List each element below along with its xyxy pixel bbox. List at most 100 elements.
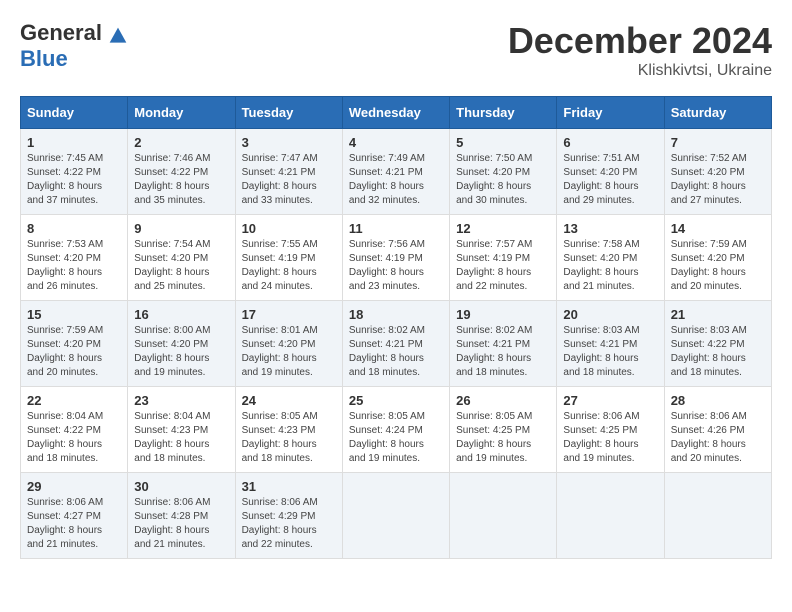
table-row: 11 Sunrise: 7:56 AMSunset: 4:19 PMDayligh… xyxy=(342,215,449,301)
day-info: Sunrise: 7:53 AMSunset: 4:20 PMDaylight:… xyxy=(27,239,103,292)
day-info: Sunrise: 7:59 AMSunset: 4:20 PMDaylight:… xyxy=(671,239,747,292)
day-number: 6 xyxy=(563,135,657,150)
calendar-week-row: 22 Sunrise: 8:04 AMSunset: 4:22 PMDayligh… xyxy=(21,387,772,473)
day-info: Sunrise: 8:05 AMSunset: 4:24 PMDaylight:… xyxy=(349,411,425,464)
day-number: 16 xyxy=(134,307,228,322)
col-tuesday: Tuesday xyxy=(235,97,342,129)
day-number: 13 xyxy=(563,221,657,236)
day-info: Sunrise: 7:57 AMSunset: 4:19 PMDaylight:… xyxy=(456,239,532,292)
day-number: 2 xyxy=(134,135,228,150)
day-number: 8 xyxy=(27,221,121,236)
day-info: Sunrise: 8:00 AMSunset: 4:20 PMDaylight:… xyxy=(134,325,210,378)
table-row xyxy=(664,473,771,559)
day-number: 25 xyxy=(349,393,443,408)
day-number: 15 xyxy=(27,307,121,322)
day-number: 9 xyxy=(134,221,228,236)
day-number: 14 xyxy=(671,221,765,236)
col-wednesday: Wednesday xyxy=(342,97,449,129)
calendar-week-row: 15 Sunrise: 7:59 AMSunset: 4:20 PMDayligh… xyxy=(21,301,772,387)
day-info: Sunrise: 8:06 AMSunset: 4:26 PMDaylight:… xyxy=(671,411,747,464)
table-row: 29 Sunrise: 8:06 AMSunset: 4:27 PMDayligh… xyxy=(21,473,128,559)
day-number: 26 xyxy=(456,393,550,408)
day-number: 31 xyxy=(242,479,336,494)
table-row: 3 Sunrise: 7:47 AMSunset: 4:21 PMDaylight… xyxy=(235,129,342,215)
day-info: Sunrise: 7:55 AMSunset: 4:19 PMDaylight:… xyxy=(242,239,318,292)
day-info: Sunrise: 8:05 AMSunset: 4:25 PMDaylight:… xyxy=(456,411,532,464)
table-row xyxy=(557,473,664,559)
day-info: Sunrise: 7:46 AMSunset: 4:22 PMDaylight:… xyxy=(134,153,210,206)
day-number: 23 xyxy=(134,393,228,408)
col-saturday: Saturday xyxy=(664,97,771,129)
table-row: 7 Sunrise: 7:52 AMSunset: 4:20 PMDaylight… xyxy=(664,129,771,215)
day-info: Sunrise: 7:49 AMSunset: 4:21 PMDaylight:… xyxy=(349,153,425,206)
table-row: 26 Sunrise: 8:05 AMSunset: 4:25 PMDayligh… xyxy=(450,387,557,473)
main-title: December 2024 xyxy=(508,20,772,62)
logo-blue-text: Blue xyxy=(20,46,68,71)
day-info: Sunrise: 8:06 AMSunset: 4:29 PMDaylight:… xyxy=(242,497,318,550)
table-row: 20Sunrise: 8:03 AMSunset: 4:21 PMDayligh… xyxy=(557,301,664,387)
subtitle: Klishkivtsi, Ukraine xyxy=(508,62,772,80)
day-number: 5 xyxy=(456,135,550,150)
col-sunday: Sunday xyxy=(21,97,128,129)
calendar-week-row: 8 Sunrise: 7:53 AMSunset: 4:20 PMDaylight… xyxy=(21,215,772,301)
table-row: 14 Sunrise: 7:59 AMSunset: 4:20 PMDayligh… xyxy=(664,215,771,301)
day-info: Sunrise: 7:45 AMSunset: 4:22 PMDaylight:… xyxy=(27,153,103,206)
calendar-header-row: Sunday Monday Tuesday Wednesday Thursday… xyxy=(21,97,772,129)
day-info: Sunrise: 8:04 AMSunset: 4:23 PMDaylight:… xyxy=(134,411,210,464)
day-number: 18 xyxy=(349,307,443,322)
day-info: Sunrise: 7:54 AMSunset: 4:20 PMDaylight:… xyxy=(134,239,210,292)
table-row: 18 Sunrise: 8:02 AMSunset: 4:21 PMDayligh… xyxy=(342,301,449,387)
table-row: 13Sunrise: 7:58 AMSunset: 4:20 PMDayligh… xyxy=(557,215,664,301)
table-row: 28 Sunrise: 8:06 AMSunset: 4:26 PMDayligh… xyxy=(664,387,771,473)
day-number: 3 xyxy=(242,135,336,150)
day-info: Sunrise: 8:02 AMSunset: 4:21 PMDaylight:… xyxy=(456,325,532,378)
table-row: 22 Sunrise: 8:04 AMSunset: 4:22 PMDayligh… xyxy=(21,387,128,473)
table-row: 6 Sunrise: 7:51 AMSunset: 4:20 PMDaylight… xyxy=(557,129,664,215)
table-row xyxy=(450,473,557,559)
table-row: 10 Sunrise: 7:55 AMSunset: 4:19 PMDayligh… xyxy=(235,215,342,301)
day-info: Sunrise: 7:47 AMSunset: 4:21 PMDaylight:… xyxy=(242,153,318,206)
table-row: 31 Sunrise: 8:06 AMSunset: 4:29 PMDayligh… xyxy=(235,473,342,559)
day-number: 11 xyxy=(349,221,443,236)
day-info: Sunrise: 7:56 AMSunset: 4:19 PMDaylight:… xyxy=(349,239,425,292)
col-thursday: Thursday xyxy=(450,97,557,129)
day-info: Sunrise: 8:06 AMSunset: 4:28 PMDaylight:… xyxy=(134,497,210,550)
table-row: 16 Sunrise: 8:00 AMSunset: 4:20 PMDayligh… xyxy=(128,301,235,387)
day-number: 10 xyxy=(242,221,336,236)
day-info: Sunrise: 7:59 AMSunset: 4:20 PMDaylight:… xyxy=(27,325,103,378)
logo: General Blue xyxy=(20,20,128,72)
table-row: 24Sunrise: 8:05 AMSunset: 4:23 PMDayligh… xyxy=(235,387,342,473)
day-info: Sunrise: 8:03 AMSunset: 4:22 PMDaylight:… xyxy=(671,325,747,378)
day-number: 29 xyxy=(27,479,121,494)
day-number: 21 xyxy=(671,307,765,322)
col-monday: Monday xyxy=(128,97,235,129)
day-number: 4 xyxy=(349,135,443,150)
table-row: 4 Sunrise: 7:49 AMSunset: 4:21 PMDaylight… xyxy=(342,129,449,215)
calendar-week-row: 1Sunrise: 7:45 AMSunset: 4:22 PMDaylight… xyxy=(21,129,772,215)
day-info: Sunrise: 8:04 AMSunset: 4:22 PMDaylight:… xyxy=(27,411,103,464)
day-info: Sunrise: 8:02 AMSunset: 4:21 PMDaylight:… xyxy=(349,325,425,378)
day-info: Sunrise: 7:52 AMSunset: 4:20 PMDaylight:… xyxy=(671,153,747,206)
day-number: 28 xyxy=(671,393,765,408)
table-row: 30Sunrise: 8:06 AMSunset: 4:28 PMDayligh… xyxy=(128,473,235,559)
day-number: 17 xyxy=(242,307,336,322)
title-section: December 2024 Klishkivtsi, Ukraine xyxy=(508,20,772,80)
day-info: Sunrise: 7:51 AMSunset: 4:20 PMDaylight:… xyxy=(563,153,639,206)
table-row: 25 Sunrise: 8:05 AMSunset: 4:24 PMDayligh… xyxy=(342,387,449,473)
table-row xyxy=(342,473,449,559)
day-number: 22 xyxy=(27,393,121,408)
table-row: 5Sunrise: 7:50 AMSunset: 4:20 PMDaylight… xyxy=(450,129,557,215)
day-info: Sunrise: 8:06 AMSunset: 4:27 PMDaylight:… xyxy=(27,497,103,550)
day-number: 7 xyxy=(671,135,765,150)
table-row: 23 Sunrise: 8:04 AMSunset: 4:23 PMDayligh… xyxy=(128,387,235,473)
day-number: 27 xyxy=(563,393,657,408)
logo-general-text: General xyxy=(20,20,128,46)
table-row: 12Sunrise: 7:57 AMSunset: 4:19 PMDayligh… xyxy=(450,215,557,301)
logo-icon xyxy=(108,26,128,46)
table-row: 17 Sunrise: 8:01 AMSunset: 4:20 PMDayligh… xyxy=(235,301,342,387)
calendar-week-row: 29 Sunrise: 8:06 AMSunset: 4:27 PMDayligh… xyxy=(21,473,772,559)
table-row: 15 Sunrise: 7:59 AMSunset: 4:20 PMDayligh… xyxy=(21,301,128,387)
day-info: Sunrise: 8:01 AMSunset: 4:20 PMDaylight:… xyxy=(242,325,318,378)
page-header: General Blue December 2024 Klishkivtsi, … xyxy=(20,20,772,80)
table-row: 9 Sunrise: 7:54 AMSunset: 4:20 PMDaylight… xyxy=(128,215,235,301)
